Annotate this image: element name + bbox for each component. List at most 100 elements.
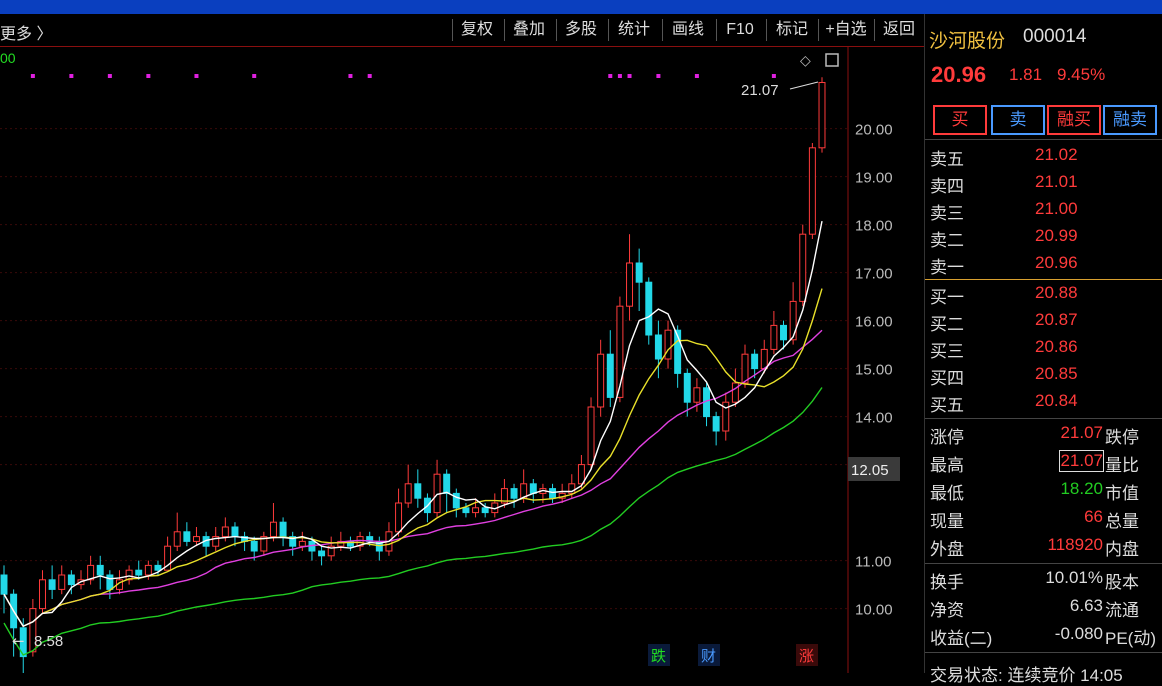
stat-value: 18.20: [1060, 479, 1103, 498]
y-tick-label: 15.00: [855, 362, 893, 379]
bid-label: 买一: [930, 288, 964, 307]
y-tick-label: 19.00: [855, 170, 893, 187]
diamond-icon[interactable]: ◇: [800, 53, 811, 69]
stat-label: 最高: [930, 456, 964, 475]
stock-name: 沙河股份: [929, 31, 1006, 52]
ask-row[interactable]: 卖三 21.00: [925, 197, 1162, 224]
stat-row: 最高 21.07 量比: [925, 449, 1162, 477]
fuquan-button[interactable]: 复权: [452, 19, 501, 41]
f10-button[interactable]: F10: [716, 19, 763, 41]
candle-body: [529, 483, 537, 494]
candle-body: [731, 382, 739, 403]
stock-code: 000014: [1023, 26, 1087, 47]
bid-row[interactable]: 买二 20.87: [925, 308, 1162, 335]
add-watchlist-button[interactable]: +自选: [818, 19, 873, 41]
candle-body: [154, 564, 162, 571]
ask-row[interactable]: 卖五 21.02: [925, 143, 1162, 170]
bid-row[interactable]: 买一 20.88: [925, 281, 1162, 308]
stat-value: 21.07: [1059, 450, 1104, 472]
statistics-button[interactable]: 统计: [608, 19, 659, 41]
bid-row[interactable]: 买四 20.85: [925, 362, 1162, 389]
sell-button[interactable]: 卖: [991, 105, 1045, 135]
signal-dot: [348, 74, 353, 78]
y-tick-label: 10.00: [855, 602, 893, 619]
stat-row: 最低 18.20 市值: [925, 477, 1162, 505]
margin-sell-button[interactable]: 融卖: [1103, 105, 1157, 135]
signal-dot: [107, 74, 112, 78]
candle-body: [183, 531, 191, 542]
y-tick-label: 16.00: [855, 314, 893, 331]
signal-dot: [194, 74, 199, 78]
candle-body: [96, 564, 104, 576]
candle-body: [279, 521, 287, 538]
candle-body: [683, 372, 691, 403]
ask-label: 卖五: [930, 150, 964, 169]
event-fall-label[interactable]: 跌: [651, 647, 666, 665]
kline-chart[interactable]: 20.0019.0018.0017.0016.0015.0014.0013.00…: [0, 47, 924, 676]
ask-price: 20.96: [1035, 253, 1078, 272]
draw-line-button[interactable]: 画线: [662, 19, 713, 41]
min-price-annotation: 8.58: [34, 633, 63, 650]
signal-dot: [30, 74, 35, 78]
candle-body: [135, 569, 143, 576]
candle-body: [298, 540, 306, 547]
stat-label: 净资: [930, 601, 964, 620]
stat-value: 21.07: [1060, 423, 1103, 442]
min-annotation-arrow: ←: [12, 632, 25, 650]
stat-label: 最低: [930, 484, 964, 503]
bid-row[interactable]: 买三 20.86: [925, 335, 1162, 362]
stat-value: 118920: [1047, 535, 1103, 554]
bid-price: 20.86: [1035, 337, 1078, 356]
bid-label: 买三: [930, 342, 964, 361]
candle-body: [462, 507, 470, 514]
stat-row: 涨停 21.07 跌停: [925, 421, 1162, 449]
y-tick-label: 18.00: [855, 218, 893, 235]
stat-label-2: 量比: [1105, 456, 1139, 475]
candle-body: [250, 540, 258, 552]
ma5-line: [3, 220, 823, 628]
candle-body: [67, 574, 75, 586]
panel-toggle-icon[interactable]: [825, 53, 839, 67]
last-price: 20.96: [931, 62, 987, 87]
stat-row: 现量 66 总量: [925, 505, 1162, 533]
stat-label-2: 流通: [1105, 601, 1139, 620]
y-tick-label: 11.00: [855, 554, 891, 571]
event-finance-label[interactable]: 财: [701, 647, 716, 665]
mark-button[interactable]: 标记: [766, 19, 817, 41]
candle-body: [741, 353, 749, 384]
ask-price: 21.02: [1035, 145, 1078, 164]
buy-button[interactable]: 买: [933, 105, 987, 135]
margin-buy-button[interactable]: 融买: [1047, 105, 1101, 135]
divider: [925, 139, 1162, 140]
candle-body: [549, 488, 557, 499]
bid-row[interactable]: 买五 20.84: [925, 389, 1162, 416]
ask-row[interactable]: 卖二 20.99: [925, 224, 1162, 251]
candle-body: [664, 329, 672, 360]
overlay-button[interactable]: 叠加: [504, 19, 553, 41]
candle-body: [818, 82, 826, 149]
ask-label: 卖一: [930, 258, 964, 277]
stat-row: 收益(二) -0.080 PE(动): [925, 622, 1162, 650]
stat-value: -0.080: [1054, 624, 1103, 643]
multi-stock-button[interactable]: 多股: [556, 19, 605, 41]
more-menu[interactable]: 更多 〉: [0, 20, 52, 44]
candle-body: [192, 536, 200, 542]
candle-body: [587, 406, 595, 466]
back-button[interactable]: 返回: [874, 19, 923, 41]
bid-price: 20.84: [1035, 391, 1078, 410]
max-price-annotation: 21.07: [741, 82, 779, 99]
y-tick-label: 14.00: [855, 410, 893, 427]
signal-dot: [608, 74, 613, 78]
event-rise-label[interactable]: 涨: [799, 647, 814, 665]
top-title-bar: [0, 0, 1162, 14]
ask-row[interactable]: 卖四 21.01: [925, 170, 1162, 197]
ask-price: 21.00: [1035, 199, 1078, 218]
ask-row[interactable]: 卖一 20.96: [925, 251, 1162, 278]
candle-body: [606, 353, 614, 398]
candle-body: [510, 488, 518, 499]
stat-row: 净资 6.63 流通: [925, 594, 1162, 622]
candle-body: [751, 353, 759, 370]
max-annotation-arrow: [789, 81, 819, 90]
stat-label-2: PE(动): [1105, 629, 1156, 648]
kline-chart-area[interactable]: 20.0019.0018.0017.0016.0015.0014.0013.00…: [0, 47, 924, 676]
